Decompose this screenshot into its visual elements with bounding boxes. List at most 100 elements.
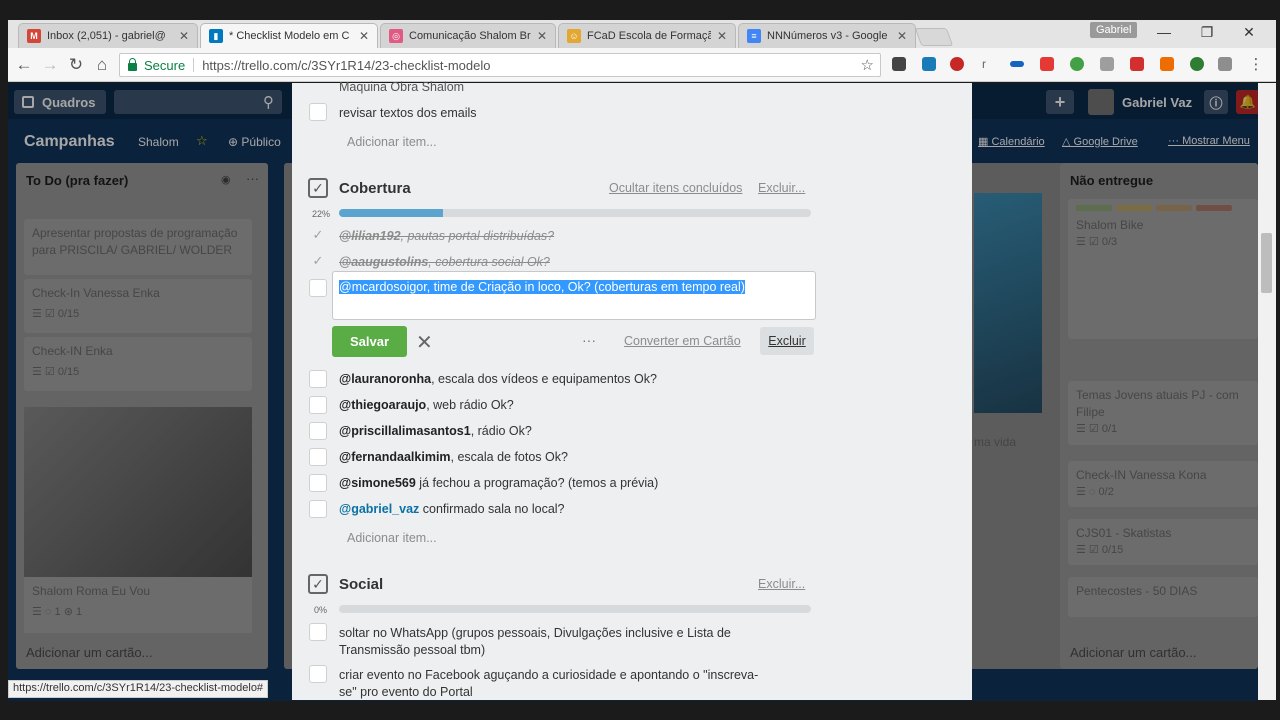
arrow-extension-icon[interactable] — [1010, 61, 1024, 67]
edit-item-textarea[interactable]: @mcardosoigor, time de Criação in loco, … — [332, 271, 816, 320]
close-icon[interactable]: ✕ — [897, 29, 907, 43]
tab-trello-checklist[interactable]: ▮ * Checklist Modelo em C ✕ — [200, 23, 378, 48]
item-text: Transmissão pessoal tbm) — [339, 643, 486, 657]
item-text: , pautas portal distribuídas? — [400, 229, 555, 243]
mention-self[interactable]: @gabriel_vaz — [339, 502, 419, 516]
checklist-checkbox[interactable] — [309, 396, 327, 414]
home-icon[interactable]: ⌂ — [92, 55, 112, 75]
extension-icon[interactable] — [892, 57, 906, 71]
checklist-checkbox[interactable] — [309, 500, 327, 518]
scrollbar-thumb[interactable] — [1261, 233, 1272, 293]
hide-completed-button[interactable]: Ocultar itens concluídos — [609, 181, 742, 195]
checklist-item[interactable]: @gabriel_vaz confirmado sala no local? — [339, 502, 565, 516]
checklist-checkbox[interactable] — [309, 370, 327, 388]
r-extension-icon[interactable]: r — [982, 57, 996, 71]
checklist-item[interactable]: @thiegoaraujo, web rádio Ok? — [339, 398, 514, 412]
code-extension-icon[interactable] — [1218, 57, 1232, 71]
delete-item-button[interactable]: Excluir — [760, 327, 814, 355]
item-text: já fechou a programação? (temos a prévia… — [415, 476, 659, 490]
screen: M Inbox (2,051) - gabriel@ ✕ ▮ * Checkli… — [0, 0, 1280, 720]
new-tab-button[interactable] — [914, 28, 954, 46]
tab-gmail[interactable]: M Inbox (2,051) - gabriel@ ✕ — [18, 23, 198, 48]
convert-to-card-button[interactable]: Converter em Cartão — [624, 334, 741, 348]
reload-icon[interactable]: ↻ — [66, 55, 86, 75]
checklist-checkbox-checked[interactable] — [309, 226, 327, 244]
menu-icon[interactable]: ⋮ — [1246, 55, 1266, 73]
item-text: , web rádio Ok? — [426, 398, 514, 412]
progress-percent: 22% — [312, 209, 331, 219]
mention: @priscillalimasantos1 — [339, 424, 471, 438]
checklist-item-done[interactable]: @aaugustolins, cobertura social Ok? — [339, 255, 550, 269]
secure-indicator[interactable]: Secure — [128, 58, 185, 73]
back-icon[interactable]: ← — [14, 55, 34, 75]
item-text: criar evento no Facebook aguçando a curi… — [339, 668, 759, 682]
trello-icon: ▮ — [209, 29, 223, 43]
add-item-button[interactable]: Adicionar item... — [347, 531, 437, 545]
checklist-item[interactable]: @fernandaalkimim, escala de fotos Ok? — [339, 450, 568, 464]
checklist-item-done[interactable]: @lilian192, pautas portal distribuídas? — [339, 229, 554, 243]
item-text: , escala de fotos Ok? — [450, 450, 568, 464]
mention: @lilian192 — [339, 229, 401, 243]
bookmark-star-icon[interactable]: ☆ — [861, 56, 874, 74]
item-text: , rádio Ok? — [470, 424, 532, 438]
profile-badge[interactable]: Gabriel — [1090, 22, 1138, 38]
checklist-item-text[interactable]: revisar textos dos emails — [339, 106, 477, 120]
item-text: soltar no WhatsApp (grupos pessoais, Div… — [339, 626, 731, 640]
window-close-icon[interactable]: ✕ — [1239, 24, 1259, 41]
delete-checklist-button[interactable]: Excluir... — [758, 577, 805, 591]
close-icon[interactable]: ✕ — [537, 29, 547, 43]
checklist-item[interactable]: soltar no WhatsApp (grupos pessoais, Div… — [339, 625, 731, 659]
mention: @thiegoaraujo — [339, 398, 427, 412]
checklist-icon: ✓ — [308, 178, 328, 198]
tab-title: * Checklist Modelo em C — [229, 30, 350, 42]
secure-label: Secure — [144, 57, 186, 73]
checklist-checkbox[interactable] — [309, 279, 327, 297]
checklist-item[interactable]: @simone569 já fechou a programação? (tem… — [339, 476, 658, 490]
tab-google-docs[interactable]: ≡ NNNúmeros v3 - Google ✕ — [738, 23, 916, 48]
options-icon[interactable]: ··· — [582, 332, 596, 348]
checklist-checkbox[interactable] — [309, 623, 327, 641]
tab-title: Comunicação Shalom Br — [409, 30, 531, 42]
hangouts-extension-icon[interactable] — [1190, 57, 1204, 71]
evernote-extension-icon[interactable] — [1070, 57, 1084, 71]
tab-comunicacao[interactable]: ◎ Comunicação Shalom Br ✕ — [380, 23, 556, 48]
address-bar[interactable]: Secure https://trello.com/c/3SYr1R14/23-… — [119, 53, 881, 77]
mention: @aaugustolins — [339, 255, 429, 269]
add-item-button[interactable]: Adicionar item... — [347, 135, 437, 149]
twitter-extension-icon[interactable] — [922, 57, 936, 71]
cancel-icon[interactable]: ✕ — [416, 330, 433, 355]
url-text[interactable]: https://trello.com/c/3SYr1R14/23-checkli… — [202, 58, 490, 73]
checklist-title[interactable]: Cobertura — [339, 180, 411, 197]
progress-percent: 0% — [314, 605, 328, 615]
new-extension-icon[interactable] — [950, 57, 964, 71]
close-icon[interactable]: ✕ — [717, 29, 727, 43]
page-scrollbar[interactable] — [1258, 83, 1276, 700]
checklist-item[interactable]: criar evento no Facebook aguçando a curi… — [339, 667, 758, 701]
tab-fcad[interactable]: ☺ FCaD Escola de Formaçã ✕ — [558, 23, 736, 48]
checklist-item[interactable]: @lauranoronha, escala dos vídeos e equip… — [339, 372, 657, 386]
checklist-progress-bar — [339, 209, 811, 217]
youtube-extension-icon[interactable] — [1040, 57, 1054, 71]
progress-fill — [339, 209, 443, 217]
fcad-icon: ☺ — [567, 29, 581, 43]
checklist-checkbox[interactable] — [309, 474, 327, 492]
checklist-item-text: Maquina Obra Shalom — [339, 80, 465, 94]
minimize-icon[interactable]: — — [1154, 24, 1174, 40]
checklist-title[interactable]: Social — [339, 576, 383, 593]
image-extension-icon[interactable] — [1100, 57, 1114, 71]
checklist-checkbox[interactable] — [309, 665, 327, 683]
close-icon[interactable]: ✕ — [359, 29, 369, 43]
checklist-checkbox[interactable] — [309, 422, 327, 440]
checklist-checkbox-checked[interactable] — [309, 252, 327, 270]
close-icon[interactable]: ✕ — [179, 29, 189, 43]
forward-icon[interactable]: → — [40, 55, 60, 75]
pdf-extension-icon[interactable] — [1130, 57, 1144, 71]
delete-checklist-button[interactable]: Excluir... — [758, 181, 805, 195]
status-url: https://trello.com/c/3SYr1R14/23-checkli… — [8, 680, 269, 698]
chart-extension-icon[interactable] — [1160, 57, 1174, 71]
checklist-checkbox[interactable] — [309, 103, 327, 121]
checklist-checkbox[interactable] — [309, 448, 327, 466]
save-button[interactable]: Salvar — [332, 326, 407, 357]
checklist-item[interactable]: @priscillalimasantos1, rádio Ok? — [339, 424, 532, 438]
restore-icon[interactable]: ❐ — [1197, 24, 1217, 41]
